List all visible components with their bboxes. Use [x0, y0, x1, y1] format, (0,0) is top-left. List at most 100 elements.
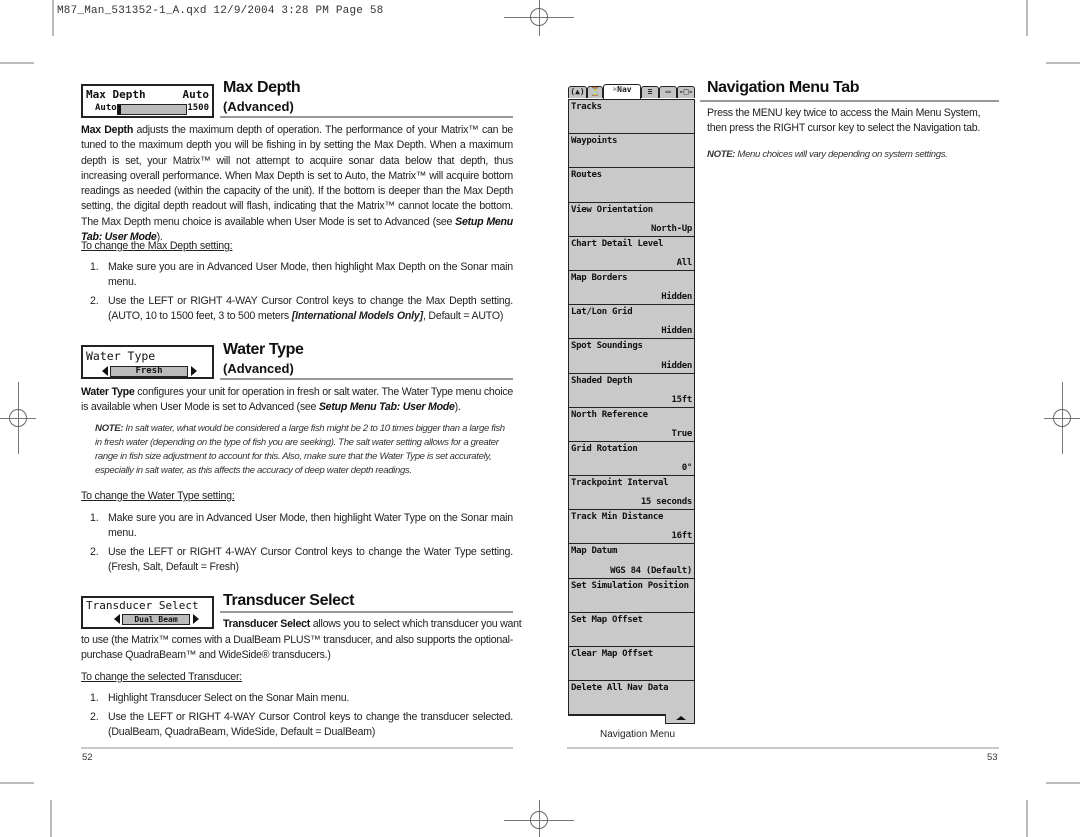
crop-mark: [1026, 0, 1028, 36]
navigation-menu-note: NOTE: Menu choices will vary depending o…: [707, 149, 948, 160]
crop-mark: [1026, 800, 1028, 837]
crop-mark: [52, 0, 54, 36]
menu-item[interactable]: Routes: [569, 168, 694, 203]
scroll-up-button[interactable]: [665, 714, 695, 724]
max-depth-subtitle: (Advanced): [223, 99, 294, 114]
menu-item[interactable]: Map Datum WGS 84 (Default): [569, 544, 694, 579]
menu-item[interactable]: Track Min Distance 16ft: [569, 510, 694, 545]
menu-item-value: 0°: [681, 463, 693, 474]
navigation-menu-screenshot: (▲) ⏳ ☼Nav ≡ ▭ -□- Tracks Waypoints Routes…: [568, 84, 695, 724]
water-type-description: Water Type configures your unit for oper…: [81, 386, 514, 414]
transducer-steps-heading: To change the selected Transducer:: [81, 671, 243, 683]
menu-item-label: North Reference: [571, 409, 648, 420]
menu-item-value: 16ft: [671, 531, 693, 542]
transducer-select-description: to use (the Matrix™ comes with a DualBea…: [81, 634, 513, 662]
menu-item-label: Map Datum: [571, 546, 618, 557]
menu-item-label: Grid Rotation: [571, 443, 638, 454]
arrow-up-icon: [676, 716, 686, 720]
navigation-menu-description: Press the MENU key twice to access the M…: [707, 107, 981, 135]
menu-item-label: View Orientation: [571, 204, 653, 215]
alarms-tab-icon[interactable]: ⏳: [587, 86, 603, 98]
print-slug: M87_Man_531352-1_A.qxd 12/9/2004 3:28 PM…: [57, 5, 384, 17]
menu-item[interactable]: Tracks: [569, 100, 694, 135]
menu-item-label: Track Min Distance: [571, 512, 664, 523]
transducer-select-widget-label: Transducer Select: [86, 599, 199, 612]
arrow-right-icon[interactable]: [193, 614, 199, 624]
crop-mark: [50, 800, 52, 837]
max-depth-max-label: 1500: [187, 103, 209, 113]
menu-item-value: WGS 84 (Default): [610, 565, 692, 576]
water-type-widget-label: Water Type: [86, 349, 156, 363]
menu-item-label: Shaded Depth: [571, 375, 633, 386]
nav-tab[interactable]: ☼Nav: [603, 84, 641, 99]
menu-item[interactable]: Spot Soundings Hidden: [569, 339, 694, 374]
menu-item[interactable]: Clear Map Offset: [569, 647, 694, 682]
menu-item-value: All: [676, 257, 693, 268]
menu-item[interactable]: View Orientation North-Up: [569, 203, 694, 237]
navigation-menu-tab-title: Navigation Menu Tab: [707, 79, 860, 96]
menu-item-label: Map Borders: [571, 272, 628, 283]
accessories-tab-icon[interactable]: -□-: [677, 86, 695, 98]
menu-item-label: Chart Detail Level: [571, 238, 664, 249]
footer-rule: [567, 747, 999, 749]
menu-item-label: Set Simulation Position: [571, 580, 689, 591]
menu-item-label: Trackpoint Interval: [571, 478, 669, 489]
crop-mark: [0, 62, 34, 64]
menu-tabs: (▲) ⏳ ☼Nav ≡ ▭ -□-: [568, 84, 695, 99]
transducer-select-description-line1: Transducer Select allows you to select w…: [223, 618, 522, 630]
menu-item[interactable]: Waypoints: [569, 134, 694, 169]
menu-item[interactable]: Chart Detail Level All: [569, 237, 694, 271]
cross-reference: Setup Menu Tab: User Mode: [318, 401, 455, 414]
section-rule: [220, 611, 513, 613]
slider-thumb[interactable]: [118, 105, 121, 114]
arrow-left-icon[interactable]: [114, 614, 120, 624]
menu-item[interactable]: Set Simulation Position: [569, 579, 694, 613]
list-item: 1. Highlight Transducer Select on the Son…: [90, 692, 350, 704]
menu-item[interactable]: Delete All Nav Data: [569, 681, 694, 716]
crop-mark: [1046, 782, 1080, 784]
setup-tab-icon[interactable]: ≡: [641, 86, 659, 98]
arrow-left-icon[interactable]: [102, 366, 108, 376]
water-type-title: Water Type: [223, 341, 304, 358]
menu-item-label: Set Map Offset: [571, 614, 643, 625]
water-type-steps-heading: To change the Water Type setting:: [81, 490, 235, 502]
views-tab-icon[interactable]: ▭: [659, 86, 677, 98]
section-rule: [220, 116, 513, 118]
menu-item-label: Waypoints: [571, 136, 618, 147]
menu-item-value: 15 seconds: [640, 497, 692, 508]
max-depth-widget-label: Max Depth: [86, 88, 146, 101]
water-type-value[interactable]: Fresh: [110, 366, 188, 377]
max-depth-min-label: Auto: [95, 103, 117, 113]
transducer-select-value[interactable]: Dual Beam: [122, 614, 190, 625]
menu-item-label: Clear Map Offset: [571, 649, 653, 659]
menu-item[interactable]: Map Borders Hidden: [569, 271, 694, 306]
menu-item[interactable]: Set Map Offset: [569, 613, 694, 647]
transducer-select-title: Transducer Select: [223, 592, 355, 609]
max-depth-widget-value: Auto: [182, 88, 210, 101]
sonar-tab-icon[interactable]: (▲): [568, 86, 587, 98]
section-rule: [700, 100, 999, 102]
menu-item-label: Delete All Nav Data: [571, 683, 669, 694]
menu-item-value: 15ft: [671, 394, 693, 405]
section-rule: [220, 378, 513, 380]
page-number-left: 52: [82, 752, 93, 763]
arrow-right-icon[interactable]: [191, 366, 197, 376]
list-item: 1. Make sure you are in Advanced User Mod…: [90, 512, 513, 539]
menu-item[interactable]: Grid Rotation 0°: [569, 442, 694, 477]
menu-item[interactable]: North Reference True: [569, 408, 694, 442]
footer-rule: [81, 747, 513, 749]
menu-item[interactable]: Trackpoint Interval 15 seconds: [569, 476, 694, 511]
crop-mark: [1046, 62, 1080, 64]
menu-item[interactable]: Lat/Lon Grid Hidden: [569, 305, 694, 340]
term: Max Depth: [81, 124, 134, 136]
list-item: 2. Use the LEFT or RIGHT 4-WAY Cursor Con…: [90, 711, 513, 738]
water-type-subtitle: (Advanced): [223, 361, 294, 376]
max-depth-steps-heading: To change the Max Depth setting:: [81, 240, 233, 252]
menu-item-value: True: [671, 428, 693, 439]
list-item: 1. Make sure you are in Advanced User Mod…: [90, 261, 513, 288]
menu-item[interactable]: Shaded Depth 15ft: [569, 374, 694, 408]
water-type-note: NOTE: In salt water, what would be consi…: [95, 423, 505, 476]
max-depth-slider[interactable]: [117, 104, 187, 115]
menu-item-label: Spot Soundings: [571, 341, 643, 352]
water-type-widget: Water Type Fresh: [81, 345, 214, 379]
